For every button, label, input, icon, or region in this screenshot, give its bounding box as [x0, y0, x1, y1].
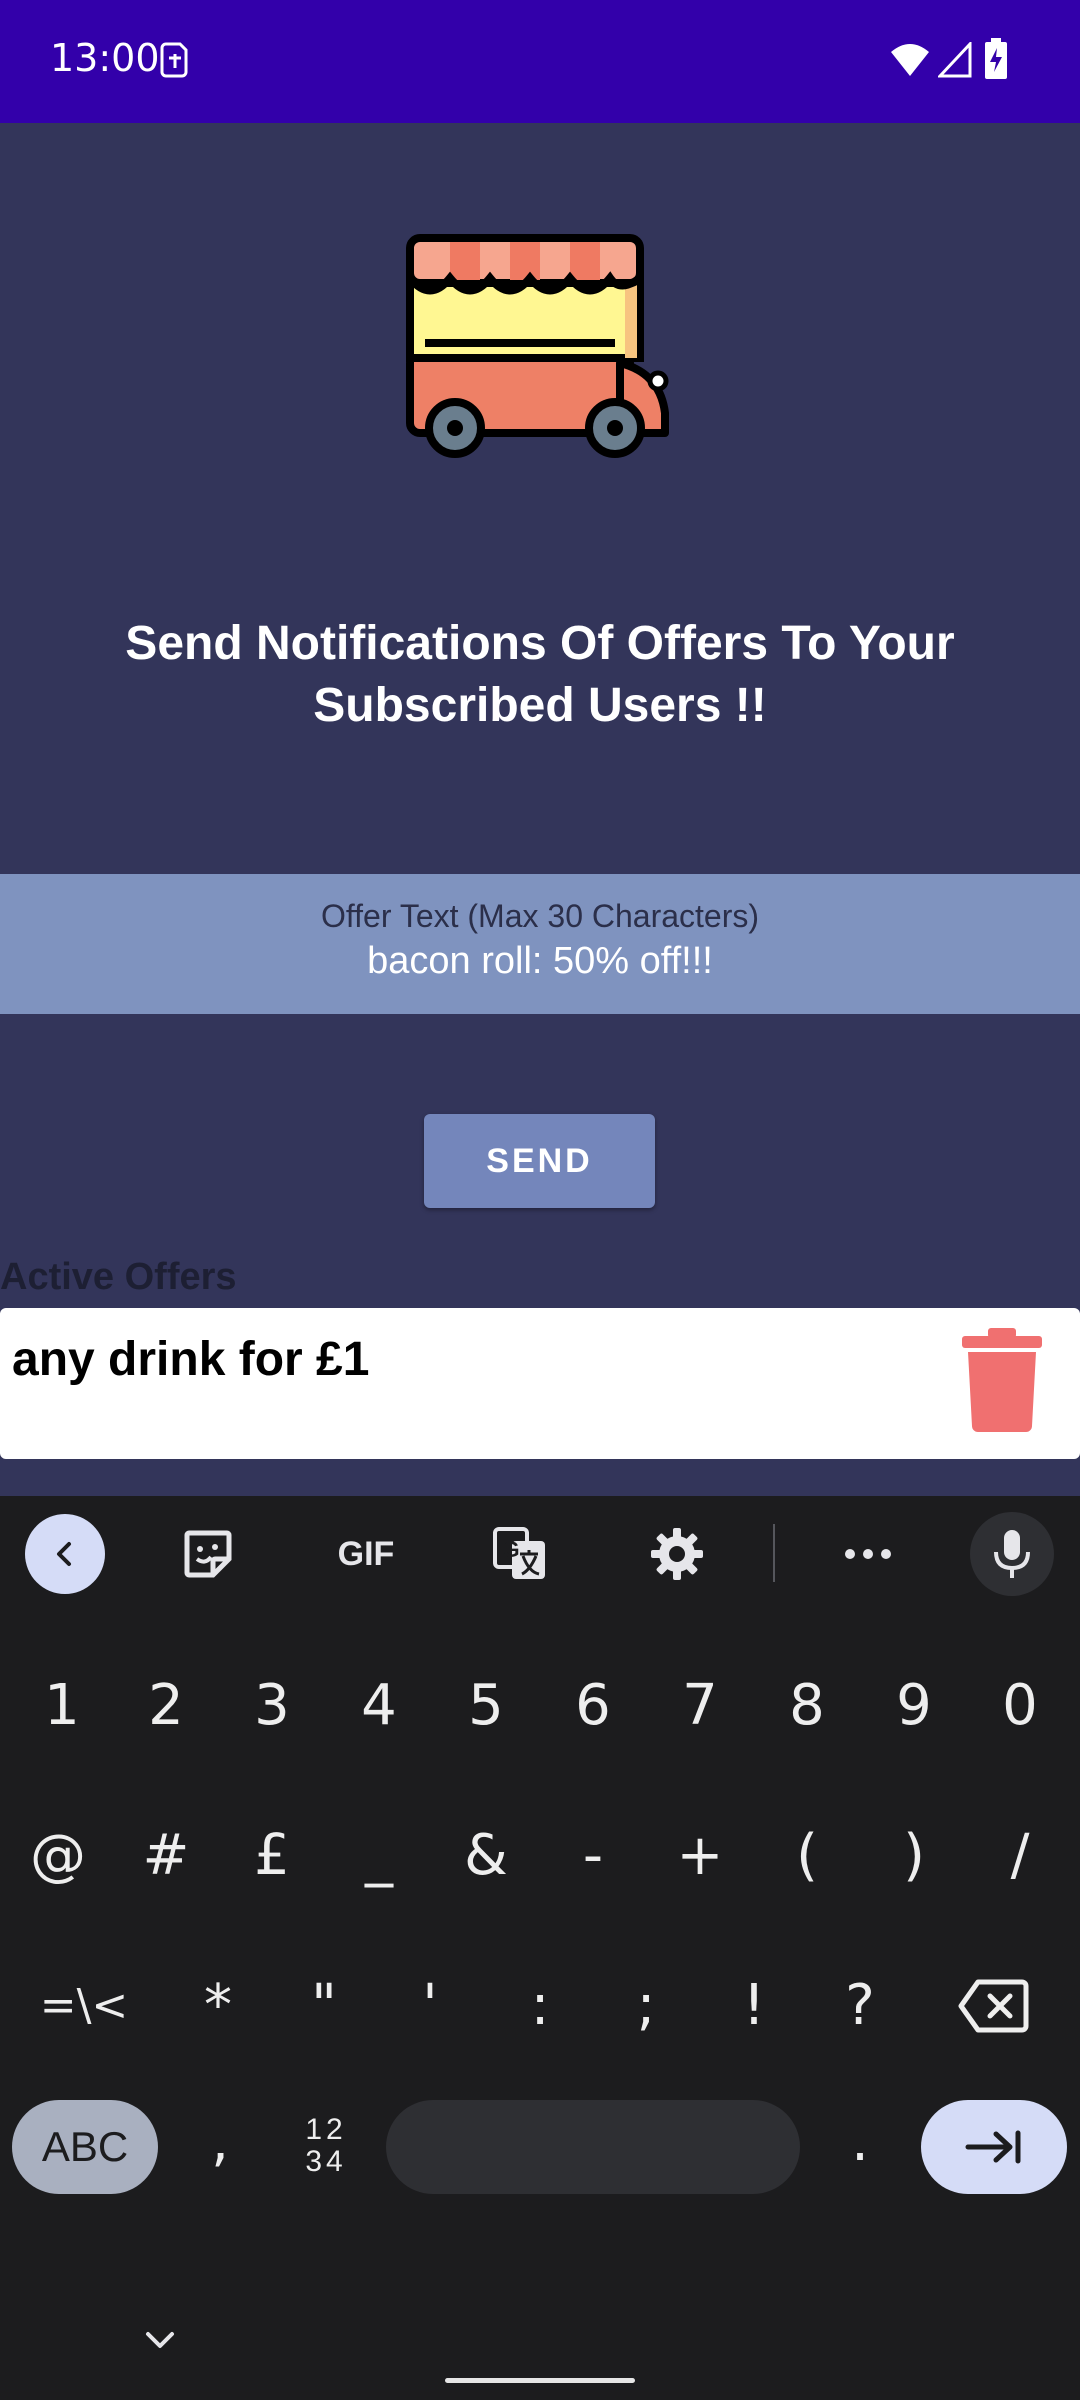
key-ampersand[interactable]: &	[436, 1806, 536, 1906]
numpad-label-bottom: 34	[305, 2145, 347, 2178]
key-1[interactable]: 1	[12, 1656, 112, 1756]
key-more-symbols[interactable]: =\<	[34, 1956, 134, 2056]
app-content: Send Notifications Of Offers To Your Sub…	[0, 123, 1080, 1496]
translate-button[interactable]: G	[480, 1514, 560, 1594]
active-offers-title: Active Offers	[0, 1256, 237, 1298]
tab-next-icon	[965, 2130, 1021, 2164]
numpad-label-top: 12	[305, 2113, 347, 2146]
voice-input-button[interactable]	[970, 1512, 1054, 1596]
page-headline: Send Notifications Of Offers To Your Sub…	[125, 617, 955, 732]
back-chevron-button[interactable]	[25, 1514, 105, 1594]
status-time: 13:00	[50, 36, 160, 80]
key-plus[interactable]: +	[650, 1806, 750, 1906]
key-5[interactable]: 5	[436, 1656, 536, 1756]
key-minus[interactable]: -	[543, 1806, 643, 1906]
backspace-icon[interactable]	[958, 1978, 1030, 2034]
sticker-button[interactable]	[168, 1514, 248, 1594]
gif-button[interactable]: GIF	[326, 1514, 406, 1594]
key-6[interactable]: 6	[543, 1656, 643, 1756]
abc-key[interactable]: ABC	[12, 2100, 158, 2194]
keyboard-collapse-chevron-icon[interactable]	[140, 2326, 180, 2356]
offer-text-value[interactable]: bacon roll: 50% off!!!	[0, 940, 1080, 983]
chevron-left-icon	[57, 1542, 71, 1566]
home-indicator[interactable]	[445, 2378, 635, 2383]
sim-card-icon	[160, 42, 188, 78]
key-period[interactable]: .	[810, 2092, 910, 2192]
soft-keyboard: GIF G 1 2 3 4 5 6 7 8 9 0 @ # £ _ & - + …	[0, 1496, 1080, 2400]
key-underscore[interactable]: _	[329, 1806, 429, 1906]
key-asterisk[interactable]: *	[168, 1956, 268, 2056]
key-slash[interactable]: /	[970, 1806, 1070, 1906]
food-truck-icon	[406, 234, 669, 458]
more-horizontal-icon	[845, 1549, 891, 1559]
key-at[interactable]: @	[8, 1806, 108, 1906]
key-double-quote[interactable]: "	[274, 1956, 374, 2056]
enter-key[interactable]	[921, 2100, 1067, 2194]
more-options-button[interactable]	[828, 1514, 908, 1594]
key-4[interactable]: 4	[329, 1656, 429, 1756]
svg-text:G: G	[502, 1537, 519, 1562]
toolbar-divider	[773, 1524, 775, 1582]
battery-charging-icon	[985, 38, 1007, 79]
settings-button[interactable]	[637, 1514, 717, 1594]
key-colon[interactable]: :	[490, 1956, 590, 2056]
key-hash[interactable]: #	[116, 1806, 216, 1906]
offer-list-item: any drink for £1	[0, 1308, 1080, 1459]
delete-trash-icon[interactable]	[962, 1328, 1042, 1432]
key-0[interactable]: 0	[970, 1656, 1070, 1756]
key-3[interactable]: 3	[222, 1656, 322, 1756]
key-question[interactable]: ?	[810, 1956, 910, 2056]
key-close-paren[interactable]: )	[864, 1806, 964, 1906]
offer-item-text: any drink for £1	[12, 1333, 370, 1386]
translate-icon: G	[493, 1527, 545, 1579]
offer-text-label: Offer Text (Max 30 Characters)	[320, 898, 760, 934]
sticker-icon	[184, 1530, 232, 1578]
key-semicolon[interactable]: ;	[596, 1956, 696, 2056]
keyboard-toolbar: GIF G	[0, 1496, 1080, 1610]
key-2[interactable]: 2	[116, 1656, 216, 1756]
gear-icon	[651, 1528, 703, 1580]
key-open-paren[interactable]: (	[757, 1806, 857, 1906]
key-single-quote[interactable]: '	[380, 1956, 480, 2056]
signal-icon	[938, 42, 972, 78]
key-pound[interactable]: £	[222, 1806, 322, 1906]
space-key[interactable]	[386, 2100, 800, 2194]
wifi-icon	[891, 44, 929, 76]
status-bar: 13:00	[0, 0, 1080, 123]
key-9[interactable]: 9	[864, 1656, 964, 1756]
key-exclamation[interactable]: !	[704, 1956, 804, 2056]
key-8[interactable]: 8	[757, 1656, 857, 1756]
offer-text-input[interactable]: Offer Text (Max 30 Characters) bacon rol…	[0, 874, 1080, 1014]
microphone-icon	[994, 1530, 1030, 1578]
send-button[interactable]: SEND	[424, 1114, 655, 1208]
key-comma[interactable]: ,	[170, 2092, 270, 2192]
numpad-key[interactable]: 12 34	[296, 2114, 356, 2184]
key-7[interactable]: 7	[650, 1656, 750, 1756]
